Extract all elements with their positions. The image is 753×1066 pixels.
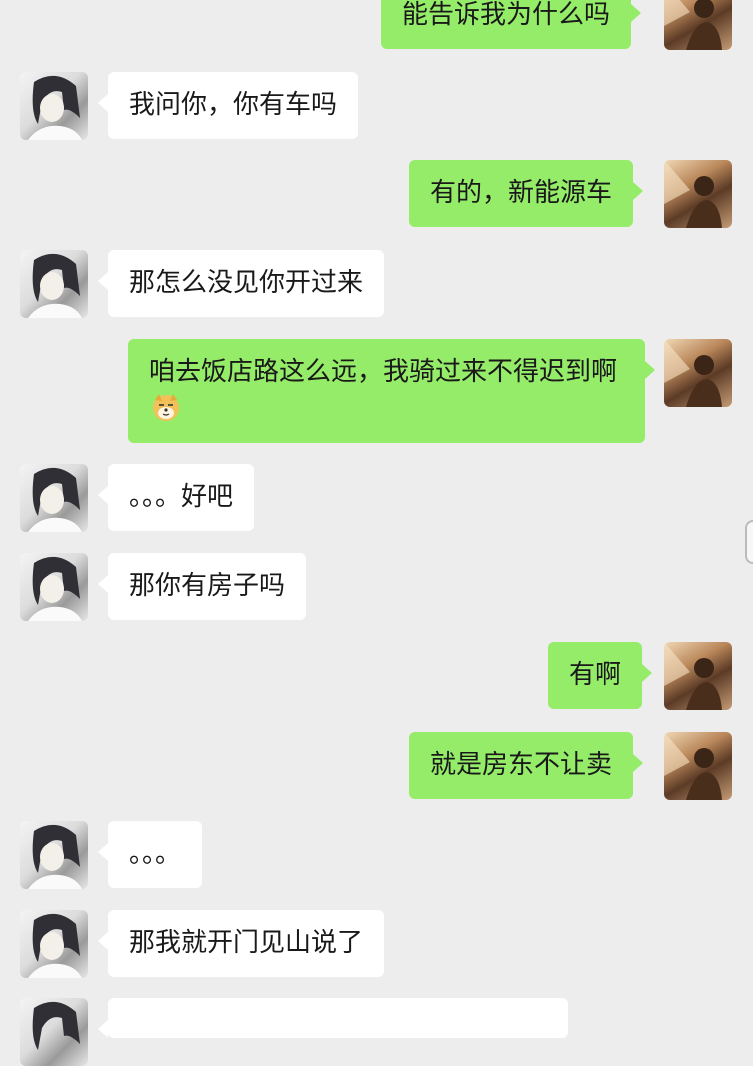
self-avatar[interactable] bbox=[664, 0, 732, 50]
self-avatar[interactable] bbox=[664, 732, 732, 800]
message-bubble[interactable]: 有的，新能源车 bbox=[409, 160, 644, 227]
message-bubble[interactable]: 。。。好吧 bbox=[97, 464, 255, 531]
message-bubble[interactable] bbox=[98, 998, 568, 1038]
self-avatar[interactable] bbox=[664, 642, 732, 710]
contact-avatar[interactable] bbox=[20, 998, 88, 1066]
contact-avatar[interactable] bbox=[20, 821, 88, 889]
chat-message-list[interactable]: 能告诉我为什么吗 我问你，你有车吗 有的，新能源车 那怎么没见你开过来 咱去饭店… bbox=[0, 0, 753, 1066]
contact-avatar[interactable] bbox=[20, 553, 88, 621]
message-bubble[interactable]: 就是房东不让卖 bbox=[409, 732, 644, 799]
scroll-edge-handle[interactable] bbox=[745, 520, 753, 564]
self-avatar[interactable] bbox=[664, 160, 732, 228]
contact-avatar[interactable] bbox=[20, 464, 88, 532]
contact-avatar[interactable] bbox=[20, 72, 88, 140]
message-bubble[interactable]: 那怎么没见你开过来 bbox=[97, 250, 385, 317]
message-bubble[interactable]: 那你有房子吗 bbox=[97, 553, 307, 620]
message-text: 咱去饭店路这么远，我骑过来不得迟到啊 bbox=[149, 357, 618, 387]
message-bubble[interactable]: 咱去饭店路这么远，我骑过来不得迟到啊 bbox=[128, 339, 655, 443]
message-bubble[interactable]: 能告诉我为什么吗 bbox=[381, 0, 642, 49]
message-bubble[interactable]: 那我就开门见山说了 bbox=[97, 910, 385, 977]
message-bubble[interactable]: 。。。 bbox=[97, 821, 203, 888]
doge-emoji-icon bbox=[151, 392, 181, 422]
message-bubble[interactable]: 我问你，你有车吗 bbox=[97, 72, 359, 139]
contact-avatar[interactable] bbox=[20, 910, 88, 978]
message-bubble[interactable]: 有啊 bbox=[548, 642, 653, 709]
self-avatar[interactable] bbox=[664, 339, 732, 407]
contact-avatar[interactable] bbox=[20, 250, 88, 318]
